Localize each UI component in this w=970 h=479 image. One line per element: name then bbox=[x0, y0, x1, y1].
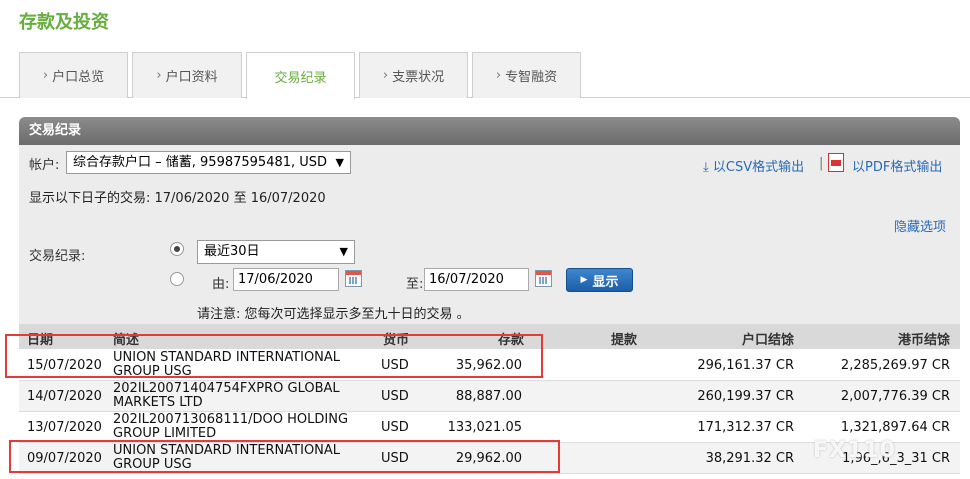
export-separator: | bbox=[819, 156, 824, 171]
to-date-input[interactable]: 16/07/2020 bbox=[424, 268, 529, 291]
dropdown-arrow-icon: ▼ bbox=[339, 245, 348, 258]
tab-label: 支票状况 bbox=[392, 70, 445, 85]
tab-smart-financing[interactable]: › 专智融资 bbox=[472, 52, 581, 98]
row-hkd-balance: 2,285,269.97 CR bbox=[840, 358, 950, 373]
watermark-logo: FX110 bbox=[813, 438, 896, 463]
show-button[interactable]: ▶ 显示 bbox=[566, 268, 633, 292]
export-pdf-label: 以PDF格式输出 bbox=[852, 160, 943, 175]
row-balance: 171,312.37 CR bbox=[697, 420, 794, 435]
row-balance: 260,199.37 CR bbox=[697, 389, 794, 404]
radio-date-range[interactable] bbox=[170, 272, 184, 286]
row-currency: USD bbox=[381, 420, 409, 435]
page-title: 存款及投资 bbox=[19, 12, 109, 33]
dropdown-arrow-icon: ▼ bbox=[335, 156, 344, 169]
pdf-icon bbox=[828, 153, 844, 172]
export-csv-label: 以CSV格式输出 bbox=[712, 160, 805, 175]
note-text: 请注意: 您每次可选择显示多至九十日的交易 。 bbox=[197, 307, 470, 322]
period-select-value: 最近30日 bbox=[204, 244, 260, 259]
account-select[interactable]: 综合存款户口 – 储蓄, 95987595481, USD ▼ bbox=[66, 151, 351, 174]
section-header: 交易纪录 bbox=[19, 117, 960, 145]
records-label: 交易纪录: bbox=[29, 249, 86, 264]
tab-transactions[interactable]: 交易纪录 bbox=[246, 52, 355, 99]
play-icon: ▶ bbox=[580, 275, 588, 285]
row-hkd-balance: 1,321,897.64 CR bbox=[840, 420, 950, 435]
date-range-text: 显示以下日子的交易: 17/06/2020 至 16/07/2020 bbox=[29, 191, 326, 206]
period-select[interactable]: 最近30日 ▼ bbox=[197, 240, 355, 264]
highlight-box bbox=[5, 334, 543, 378]
tab-label: 交易纪录 bbox=[274, 70, 327, 86]
show-button-label: 显示 bbox=[592, 274, 619, 290]
from-date-input[interactable]: 17/06/2020 bbox=[233, 268, 339, 291]
tab-account-overview[interactable]: › 户口总览 bbox=[19, 52, 128, 98]
chevron-right-icon: › bbox=[42, 68, 49, 83]
highlight-box bbox=[9, 440, 560, 473]
export-pdf-link[interactable]: 以PDF格式输出 bbox=[828, 153, 943, 175]
header-withdrawal: 提款 bbox=[610, 333, 637, 348]
row-description: 202IL200713068111/DOO HOLDING GROUP LIMI… bbox=[113, 413, 349, 441]
tab-label: 专智融资 bbox=[505, 70, 558, 85]
account-select-value: 综合存款户口 – 储蓄, 95987595481, USD bbox=[73, 155, 328, 170]
row-description: 202IL20071404754FXPRO GLOBAL MARKETS LTD bbox=[113, 382, 340, 410]
to-label: 至: bbox=[406, 277, 424, 292]
table-row: 14/07/2020 202IL20071404754FXPRO GLOBAL … bbox=[19, 381, 960, 412]
chevron-right-icon: › bbox=[382, 68, 389, 83]
row-date: 13/07/2020 bbox=[27, 420, 102, 435]
row-deposit: 88,887.00 bbox=[455, 389, 522, 404]
download-icon: ⤓ bbox=[703, 160, 709, 175]
row-balance: 38,291.32 CR bbox=[705, 451, 794, 466]
chevron-right-icon: › bbox=[495, 68, 502, 83]
calendar-icon[interactable] bbox=[535, 270, 552, 287]
row-hkd-balance: 2,007,776.39 CR bbox=[840, 389, 950, 404]
radio-recent-period[interactable] bbox=[170, 242, 184, 256]
row-deposit: 133,021.05 bbox=[447, 420, 522, 435]
from-label: 由: bbox=[212, 277, 230, 292]
hide-options-link[interactable]: 隐藏选项 bbox=[894, 216, 946, 235]
row-currency: USD bbox=[381, 389, 409, 404]
header-balance: 户口结馀 bbox=[741, 333, 794, 348]
tab-cheque-status[interactable]: › 支票状况 bbox=[359, 52, 468, 98]
chevron-right-icon: › bbox=[156, 68, 162, 83]
calendar-icon[interactable] bbox=[345, 270, 362, 287]
row-balance: 296,161.37 CR bbox=[697, 358, 794, 373]
row-date: 14/07/2020 bbox=[27, 389, 102, 404]
export-csv-link[interactable]: ⤓ 以CSV格式输出 bbox=[703, 156, 804, 175]
tab-label: 户口资料 bbox=[165, 70, 218, 85]
tab-bar: › 户口总览 › 户口资料 交易纪录 › 支票状况 › 专智融资 bbox=[0, 52, 970, 99]
tab-account-info[interactable]: › 户口资料 bbox=[132, 52, 242, 98]
account-label: 帐户: bbox=[29, 158, 60, 173]
header-hkd-balance: 港币结馀 bbox=[897, 333, 950, 348]
tab-label: 户口总览 bbox=[52, 70, 105, 85]
